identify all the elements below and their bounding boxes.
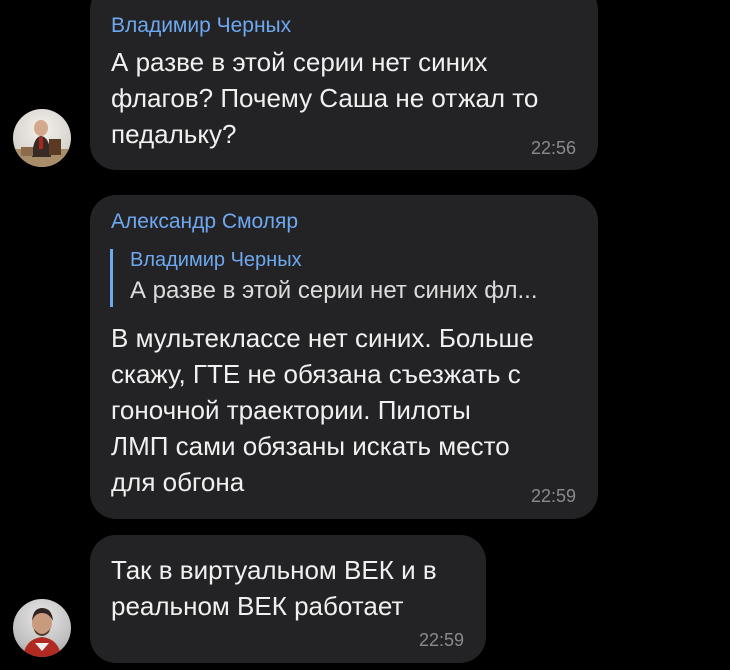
message-time: 22:59 [418, 630, 464, 650]
avatar-user[interactable] [13, 599, 71, 657]
message-time: 22:59 [530, 486, 576, 506]
message-sender[interactable]: Александр Смоляр [111, 210, 298, 234]
message-time: 22:56 [530, 138, 576, 158]
message-sender[interactable]: Владимир Черных [111, 14, 291, 38]
message-text: В мультеклассе нет синих. Больше скажу, … [111, 323, 534, 497]
user-photo-icon [13, 120, 71, 167]
reply-quote[interactable]: Владимир Черных А разве в этой серии нет… [110, 249, 576, 307]
user-photo-icon [23, 608, 61, 657]
message-bubble[interactable]: Владимир Черных А разве в этой серии нет… [90, 0, 598, 170]
avatar-vladimir[interactable] [13, 109, 71, 167]
reply-text: А разве в этой серии нет синих фл... [130, 277, 538, 304]
message-text: А разве в этой серии нет синих флагов? П… [111, 47, 539, 149]
message-bubble[interactable]: Александр Смоляр Владимир Черных А разве… [90, 195, 598, 519]
message-bubble[interactable]: Так в виртуальном ВЕК и в реальном ВЕК р… [90, 535, 486, 663]
message-text: Так в виртуальном ВЕК и в реальном ВЕК р… [111, 555, 437, 621]
reply-sender: Владимир Черных [130, 249, 302, 271]
